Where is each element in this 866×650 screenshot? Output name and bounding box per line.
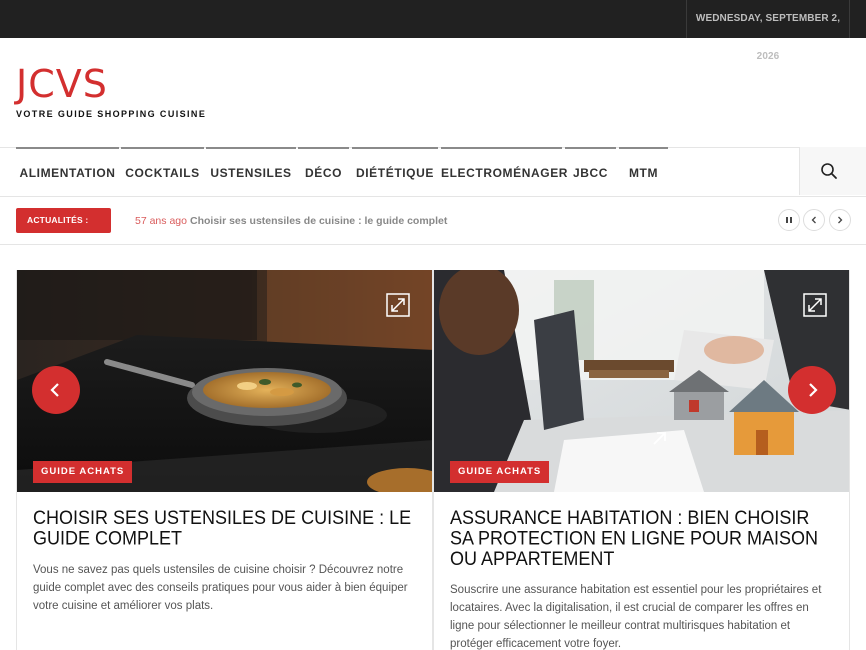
site-logo[interactable]: JCVS xyxy=(16,62,108,106)
card-title[interactable]: CHOISIR SES USTENSILES DE CUISINE : LE G… xyxy=(33,507,418,549)
search-button[interactable] xyxy=(799,147,866,195)
nav-item-ustensiles[interactable]: USTENSILES xyxy=(206,147,296,197)
pause-icon xyxy=(786,217,792,223)
chevron-right-icon xyxy=(838,216,843,224)
chevron-left-icon xyxy=(50,383,59,397)
nav-item-alimentation[interactable]: ALIMENTATION xyxy=(16,147,119,197)
slider-next-button[interactable] xyxy=(788,366,836,414)
nav-item-mtm[interactable]: MTM xyxy=(619,147,668,197)
ticker-pause-button[interactable] xyxy=(778,209,800,231)
ticker-prev-button[interactable] xyxy=(803,209,825,231)
card-image-insurance[interactable] xyxy=(434,270,849,492)
nav-item-electromenager[interactable]: ELECTROMÉNAGER xyxy=(441,147,567,197)
expand-icon[interactable] xyxy=(803,293,827,317)
chevron-right-icon xyxy=(809,383,818,397)
ticker-time: 57 ans ago xyxy=(135,215,187,227)
card-excerpt: Souscrire une assurance habitation est e… xyxy=(450,584,822,650)
main-nav: ALIMENTATION COCKTAILS USTENSILES DÉCO D… xyxy=(0,147,866,197)
top-bar: WEDNESDAY, SEPTEMBER 2, 2026 xyxy=(0,0,866,62)
nav-item-jbcc[interactable]: JBCC xyxy=(565,147,616,197)
slider-card: GUIDE ACHATS CHOISIR SES USTENSILES DE C… xyxy=(16,270,433,650)
category-badge[interactable]: GUIDE ACHATS xyxy=(33,461,133,483)
site-tagline: VOTRE GUIDE SHOPPING CUISINE xyxy=(16,109,207,119)
nav-item-dietetique[interactable]: DIÉTÉTIQUE xyxy=(352,147,438,197)
chevron-left-icon xyxy=(811,216,816,224)
ticker-label: ACTUALITÉS : xyxy=(16,208,111,233)
arrow-up-right-icon xyxy=(653,432,666,445)
slider-card: GUIDE ACHATS ASSURANCE HABITATION : BIEN… xyxy=(433,270,850,650)
current-date: WEDNESDAY, SEPTEMBER 2, 2026 xyxy=(686,0,850,62)
ticker-next-button[interactable] xyxy=(829,209,851,231)
expand-icon[interactable] xyxy=(386,293,410,317)
nav-item-cocktails[interactable]: COCKTAILS xyxy=(121,147,204,197)
card-image-pan[interactable] xyxy=(17,270,432,492)
search-icon xyxy=(821,163,837,179)
category-badge[interactable]: GUIDE ACHATS xyxy=(450,461,550,483)
card-title[interactable]: ASSURANCE HABITATION : BIEN CHOISIR SA P… xyxy=(450,507,835,570)
ticker-headline[interactable]: Choisir ses ustensiles de cuisine : le g… xyxy=(190,215,447,227)
news-ticker: ACTUALITÉS : 57 ans ago Choisir ses uste… xyxy=(0,197,866,245)
nav-item-deco[interactable]: DÉCO xyxy=(298,147,349,197)
card-excerpt: Vous ne savez pas quels ustensiles de cu… xyxy=(33,564,408,612)
slider-prev-button[interactable] xyxy=(32,366,80,414)
